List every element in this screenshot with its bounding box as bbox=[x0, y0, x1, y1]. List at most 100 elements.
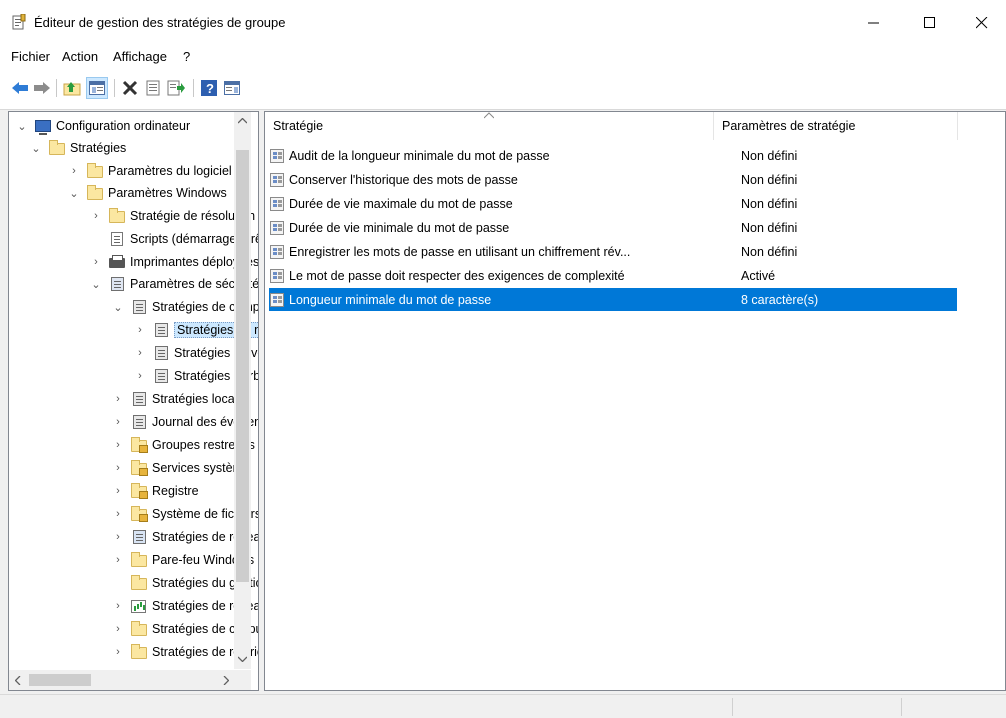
chevron-right-icon[interactable]: › bbox=[111, 623, 125, 635]
status-separator bbox=[901, 698, 902, 716]
policy-stack-icon bbox=[131, 300, 147, 314]
scroll-down-icon[interactable] bbox=[234, 650, 251, 667]
script-icon bbox=[109, 232, 125, 246]
policy-stack-icon bbox=[153, 323, 169, 337]
toolbar: ? bbox=[0, 68, 1006, 110]
scroll-up-icon[interactable] bbox=[234, 112, 251, 129]
results-list[interactable]: Stratégie Paramètres de stratégie Audit … bbox=[264, 111, 1006, 691]
chevron-down-icon[interactable]: ⌄ bbox=[89, 278, 103, 291]
tree-horizontal-scrollbar[interactable] bbox=[9, 670, 234, 690]
chevron-right-icon[interactable]: › bbox=[111, 462, 125, 474]
list-item[interactable]: Durée de vie maximale du mot de passe No… bbox=[269, 192, 957, 215]
tree-item-strategies-locales[interactable]: › Stratégies locales bbox=[111, 388, 251, 410]
tree-item-parametres-windows[interactable]: ⌄ Paramètres Windows bbox=[67, 182, 227, 204]
computer-icon bbox=[35, 119, 51, 135]
menu-affichage[interactable]: Affichage bbox=[113, 49, 167, 64]
chevron-right-icon[interactable]: › bbox=[89, 256, 103, 268]
delete-icon[interactable] bbox=[120, 78, 140, 98]
properties-icon[interactable] bbox=[143, 78, 163, 98]
folder-icon bbox=[131, 621, 147, 636]
list-item[interactable]: Durée de vie minimale du mot de passe No… bbox=[269, 216, 957, 239]
minimize-button[interactable] bbox=[852, 8, 896, 38]
list-item[interactable]: Audit de la longueur minimale du mot de … bbox=[269, 144, 957, 167]
column-header-strategie[interactable]: Stratégie bbox=[265, 112, 714, 140]
scroll-thumb[interactable] bbox=[236, 150, 249, 582]
tree-vertical-scrollbar[interactable] bbox=[234, 112, 251, 669]
chevron-right-icon[interactable]: › bbox=[89, 210, 103, 222]
menu-help[interactable]: ? bbox=[183, 49, 190, 64]
policy-stack-icon bbox=[131, 392, 147, 406]
forward-arrow-icon[interactable] bbox=[32, 78, 52, 98]
locked-folder-icon bbox=[131, 483, 148, 499]
show-hide-tree-icon[interactable] bbox=[86, 77, 108, 99]
chevron-right-icon[interactable]: › bbox=[133, 347, 147, 359]
policy-stack-icon bbox=[153, 346, 169, 360]
column-header-parametres[interactable]: Paramètres de stratégie bbox=[714, 112, 958, 140]
list-item[interactable]: Le mot de passe doit respecter des exige… bbox=[269, 264, 957, 287]
policy-icon bbox=[269, 292, 285, 308]
locked-folder-icon bbox=[131, 437, 148, 453]
list-item[interactable]: Conserver l'historique des mots de passe… bbox=[269, 168, 957, 191]
chevron-right-icon[interactable]: › bbox=[111, 508, 125, 520]
folder-icon bbox=[49, 140, 65, 155]
help-icon[interactable]: ? bbox=[199, 78, 219, 98]
locked-folder-icon bbox=[131, 506, 148, 522]
chevron-right-icon[interactable]: › bbox=[133, 370, 147, 382]
toolbar-separator bbox=[114, 79, 115, 97]
policy-stack-icon bbox=[131, 530, 147, 544]
folder-icon bbox=[131, 644, 147, 659]
list-item-selected[interactable]: Longueur minimale du mot de passe 8 cara… bbox=[269, 288, 957, 311]
show-hide-action-pane-icon[interactable] bbox=[222, 78, 242, 98]
chevron-down-icon[interactable]: ⌄ bbox=[29, 142, 43, 155]
title-bar: Éditeur de gestion des stratégies de gro… bbox=[0, 0, 1006, 46]
chevron-right-icon[interactable]: › bbox=[111, 485, 125, 497]
chevron-right-icon[interactable]: › bbox=[111, 393, 125, 405]
folder-icon bbox=[109, 208, 125, 223]
folder-icon bbox=[131, 575, 147, 590]
tree-item-strategies[interactable]: ⌄ Stratégies bbox=[29, 137, 126, 159]
chevron-right-icon[interactable]: › bbox=[111, 439, 125, 451]
locked-folder-icon bbox=[131, 460, 148, 476]
policy-icon bbox=[269, 172, 285, 188]
up-folder-icon[interactable] bbox=[62, 78, 82, 98]
tree-item-registre[interactable]: › Registre bbox=[111, 480, 199, 502]
sort-ascending-icon bbox=[483, 112, 495, 122]
maximize-button[interactable] bbox=[908, 8, 952, 38]
chevron-right-icon[interactable]: › bbox=[111, 554, 125, 566]
chevron-right-icon[interactable]: › bbox=[67, 165, 81, 177]
list-item[interactable]: Enregistrer les mots de passe en utilisa… bbox=[269, 240, 957, 263]
chevron-right-icon[interactable]: › bbox=[133, 324, 147, 336]
policy-stack-icon bbox=[131, 415, 147, 429]
close-button[interactable] bbox=[960, 8, 1004, 38]
svg-text:?: ? bbox=[206, 81, 214, 96]
chevron-down-icon[interactable]: ⌄ bbox=[111, 301, 125, 314]
security-icon bbox=[109, 277, 125, 291]
printer-icon bbox=[109, 255, 125, 269]
chevron-right-icon[interactable]: › bbox=[111, 600, 125, 612]
status-bar bbox=[0, 694, 1006, 718]
scroll-thumb[interactable] bbox=[29, 674, 91, 686]
policy-icon bbox=[269, 244, 285, 260]
toolbar-divider bbox=[0, 109, 1006, 110]
tree-item-configuration-ordinateur[interactable]: ⌄ Configuration ordinateur bbox=[15, 115, 190, 137]
tree-item-parametres-logiciel[interactable]: › Paramètres du logiciel bbox=[67, 160, 232, 182]
menu-fichier[interactable]: Fichier bbox=[11, 49, 50, 64]
back-arrow-icon[interactable] bbox=[10, 78, 30, 98]
tree-item-services-systeme[interactable]: › Services système bbox=[111, 457, 250, 479]
folder-icon bbox=[131, 552, 147, 567]
scroll-left-icon[interactable] bbox=[9, 670, 26, 690]
scrollbar-corner bbox=[234, 670, 251, 690]
console-tree[interactable]: ⌄ Configuration ordinateur ⌄ Stratégies … bbox=[8, 111, 259, 691]
menu-action[interactable]: Action bbox=[62, 49, 98, 64]
chevron-right-icon[interactable]: › bbox=[111, 416, 125, 428]
chevron-down-icon[interactable]: ⌄ bbox=[67, 187, 81, 200]
chevron-down-icon[interactable]: ⌄ bbox=[15, 120, 29, 133]
folder-icon bbox=[87, 163, 103, 178]
menu-bar: Fichier Action Affichage ? bbox=[0, 46, 1006, 68]
policy-icon bbox=[269, 220, 285, 236]
chevron-right-icon[interactable]: › bbox=[111, 646, 125, 658]
chevron-right-icon[interactable]: › bbox=[111, 531, 125, 543]
scroll-right-icon[interactable] bbox=[217, 670, 234, 690]
policy-stack-icon bbox=[153, 369, 169, 383]
export-list-icon[interactable] bbox=[166, 78, 186, 98]
